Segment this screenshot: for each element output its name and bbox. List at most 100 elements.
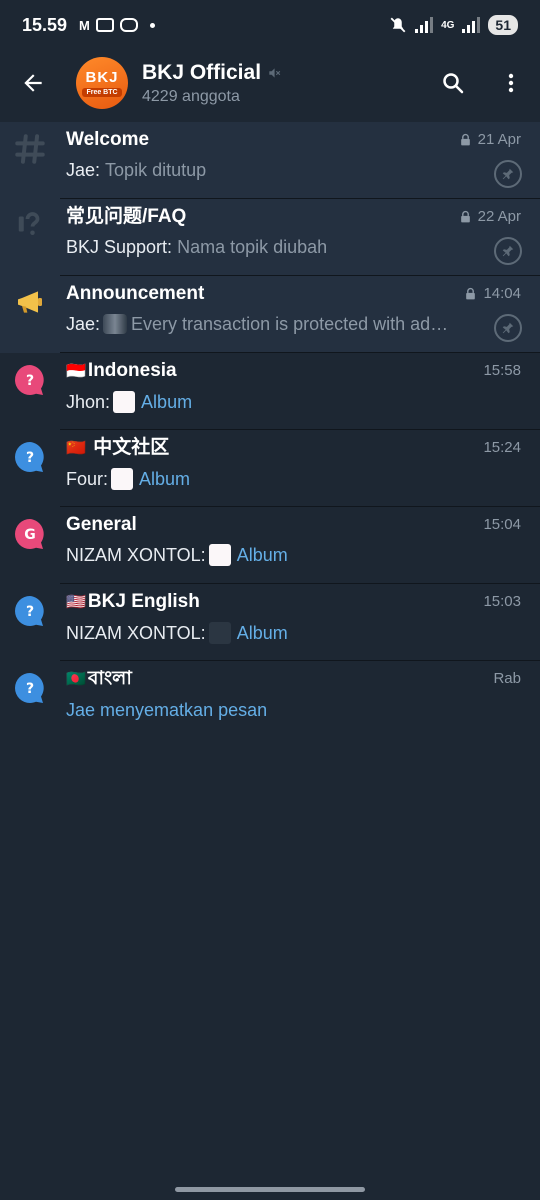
topic-last-message: NIZAM XONTOL: Album xyxy=(66,544,486,566)
message-sender: Four: xyxy=(66,469,109,489)
message-text: Album xyxy=(236,623,288,643)
topic-last-message: Jhon: Album xyxy=(66,391,486,413)
media-thumbnail xyxy=(103,314,128,334)
silent-mode-icon xyxy=(390,17,406,33)
message-text: Album xyxy=(236,545,288,565)
svg-text:?: ? xyxy=(26,681,34,697)
topic-bubble-icon: ? xyxy=(15,365,44,395)
topic-name-text: 中文社区 xyxy=(93,437,170,458)
message-text: Album xyxy=(139,469,191,489)
topic-item-chinese[interactable]: ? 🇨🇳 中文社区 Four: Album 15:24 xyxy=(0,430,540,507)
topic-time: 15:03 xyxy=(483,593,521,610)
svg-text:?: ? xyxy=(26,373,34,389)
topic-name: 🇧🇩 বাংলা xyxy=(66,668,540,691)
media-thumbnail xyxy=(208,544,231,566)
svg-text:?: ? xyxy=(26,604,34,620)
message-sender: Jae: xyxy=(66,160,101,180)
time-text: Rab xyxy=(493,670,521,687)
message-sender: BKJ Support: xyxy=(66,237,173,257)
message-text: Nama topik diubah xyxy=(177,237,328,257)
topic-last-message: Jae: Topik ditutup xyxy=(66,159,486,181)
time-text: 15:03 xyxy=(483,593,521,610)
time-text: 21 Apr xyxy=(477,131,521,148)
flag-bangladesh: 🇧🇩 xyxy=(66,671,86,688)
bubble-letter: G xyxy=(24,527,36,543)
svg-text:?: ? xyxy=(26,450,34,466)
more-options-button[interactable] xyxy=(482,54,540,112)
pin-button[interactable] xyxy=(494,314,522,342)
topic-bubble-icon: ? xyxy=(15,442,44,472)
group-info[interactable]: BKJ Official 4229 anggota xyxy=(142,61,281,106)
mute-icon xyxy=(269,67,281,78)
signal-strength-icon xyxy=(415,17,434,33)
notification-icons: M xyxy=(79,18,155,33)
media-thumbnail xyxy=(111,468,134,490)
lock-icon xyxy=(460,210,470,222)
lock-icon xyxy=(460,133,470,145)
topic-item-welcome[interactable]: Welcome Jae: Topik ditutup 21 Apr xyxy=(0,122,540,199)
media-thumbnail xyxy=(208,622,231,644)
search-button[interactable] xyxy=(424,54,482,112)
chat-header: BKJ Free BTC BKJ Official 4229 anggota xyxy=(0,50,540,116)
message-sender: Jhon: xyxy=(66,392,111,412)
topic-time: 15:04 xyxy=(483,516,521,533)
app-notification-icon xyxy=(119,18,138,32)
group-avatar[interactable]: BKJ Free BTC xyxy=(76,57,128,109)
topic-item-general[interactable]: G General NIZAM XONTOL: Album 15:04 xyxy=(0,507,540,584)
topic-time: 22 Apr xyxy=(459,208,521,225)
group-title: BKJ Official xyxy=(142,60,262,84)
more-vertical-icon xyxy=(508,73,514,93)
topic-item-bangla[interactable]: ? 🇧🇩 বাংলা Jae menyematkan pesan Rab xyxy=(0,661,540,738)
flag-indonesia: 🇮🇩 xyxy=(66,363,86,380)
topic-name-text: Indonesia xyxy=(87,360,177,381)
status-time: 15.59 xyxy=(22,14,68,35)
topic-time: 21 Apr xyxy=(459,131,521,148)
pin-icon xyxy=(502,322,514,334)
message-text: Every transaction is protected with ad… xyxy=(131,314,449,334)
topic-item-announcement[interactable]: Announcement Jae: Every transaction is p… xyxy=(0,276,540,353)
flag-china: 🇨🇳 xyxy=(66,440,86,457)
pin-button[interactable] xyxy=(494,237,522,265)
message-text: Topik ditutup xyxy=(105,160,207,180)
topic-last-message: Jae menyematkan pesan xyxy=(66,699,486,721)
topic-item-faq[interactable]: 常见问题/FAQ BKJ Support: Nama topik diubah … xyxy=(0,199,540,276)
topic-item-indonesia[interactable]: ? 🇮🇩 Indonesia Jhon: Album 15:58 xyxy=(0,353,540,430)
flag-usa: 🇺🇸 xyxy=(66,594,86,611)
topic-last-message: NIZAM XONTOL: Album xyxy=(66,622,486,644)
pin-button[interactable] xyxy=(494,160,522,188)
home-indicator[interactable] xyxy=(175,1187,365,1192)
hash-icon xyxy=(15,134,45,164)
battery-indicator: 51 xyxy=(488,15,518,35)
message-sender: Jae: xyxy=(66,314,101,334)
message-sender: NIZAM XONTOL: xyxy=(66,545,206,565)
topic-name: 🇮🇩 Indonesia xyxy=(66,360,540,383)
topic-list: Welcome Jae: Topik ditutup 21 Apr 常见问题/F… xyxy=(0,122,540,738)
topic-name: 🇺🇸 BKJ English xyxy=(66,591,540,614)
topic-time: 14:04 xyxy=(464,285,521,302)
topic-time: 15:24 xyxy=(483,439,521,456)
arrow-left-icon xyxy=(24,74,42,92)
back-button[interactable] xyxy=(0,50,66,116)
network-type: 4G xyxy=(441,19,455,31)
member-count: 4229 anggota xyxy=(142,87,240,105)
empty-list-area xyxy=(0,740,540,1200)
message-sender: NIZAM XONTOL: xyxy=(66,623,206,643)
topic-item-english[interactable]: ? 🇺🇸 BKJ English NIZAM XONTOL: Album 15:0… xyxy=(0,584,540,661)
message-text: Jae menyematkan pesan xyxy=(66,700,268,720)
topic-bubble-icon: G xyxy=(15,519,44,549)
time-text: 15:58 xyxy=(483,362,521,379)
message-text: Album xyxy=(141,392,193,412)
status-bar: 15.59 M 4G 51 xyxy=(0,0,540,50)
pin-icon xyxy=(502,168,514,180)
topic-name: 🇨🇳 中文社区 xyxy=(66,437,540,460)
pin-icon xyxy=(502,245,514,257)
gmail-icon: M xyxy=(79,17,90,33)
topic-time: Rab xyxy=(493,670,521,687)
screenshot-icon xyxy=(95,18,114,32)
avatar-logo-text: BKJ xyxy=(85,69,119,86)
topic-last-message: Jae: Every transaction is protected with… xyxy=(66,313,486,335)
topic-last-message: Four: Album xyxy=(66,468,486,490)
search-icon xyxy=(443,73,464,94)
topic-name-text: BKJ English xyxy=(87,591,200,612)
topic-time: 15:58 xyxy=(483,362,521,379)
